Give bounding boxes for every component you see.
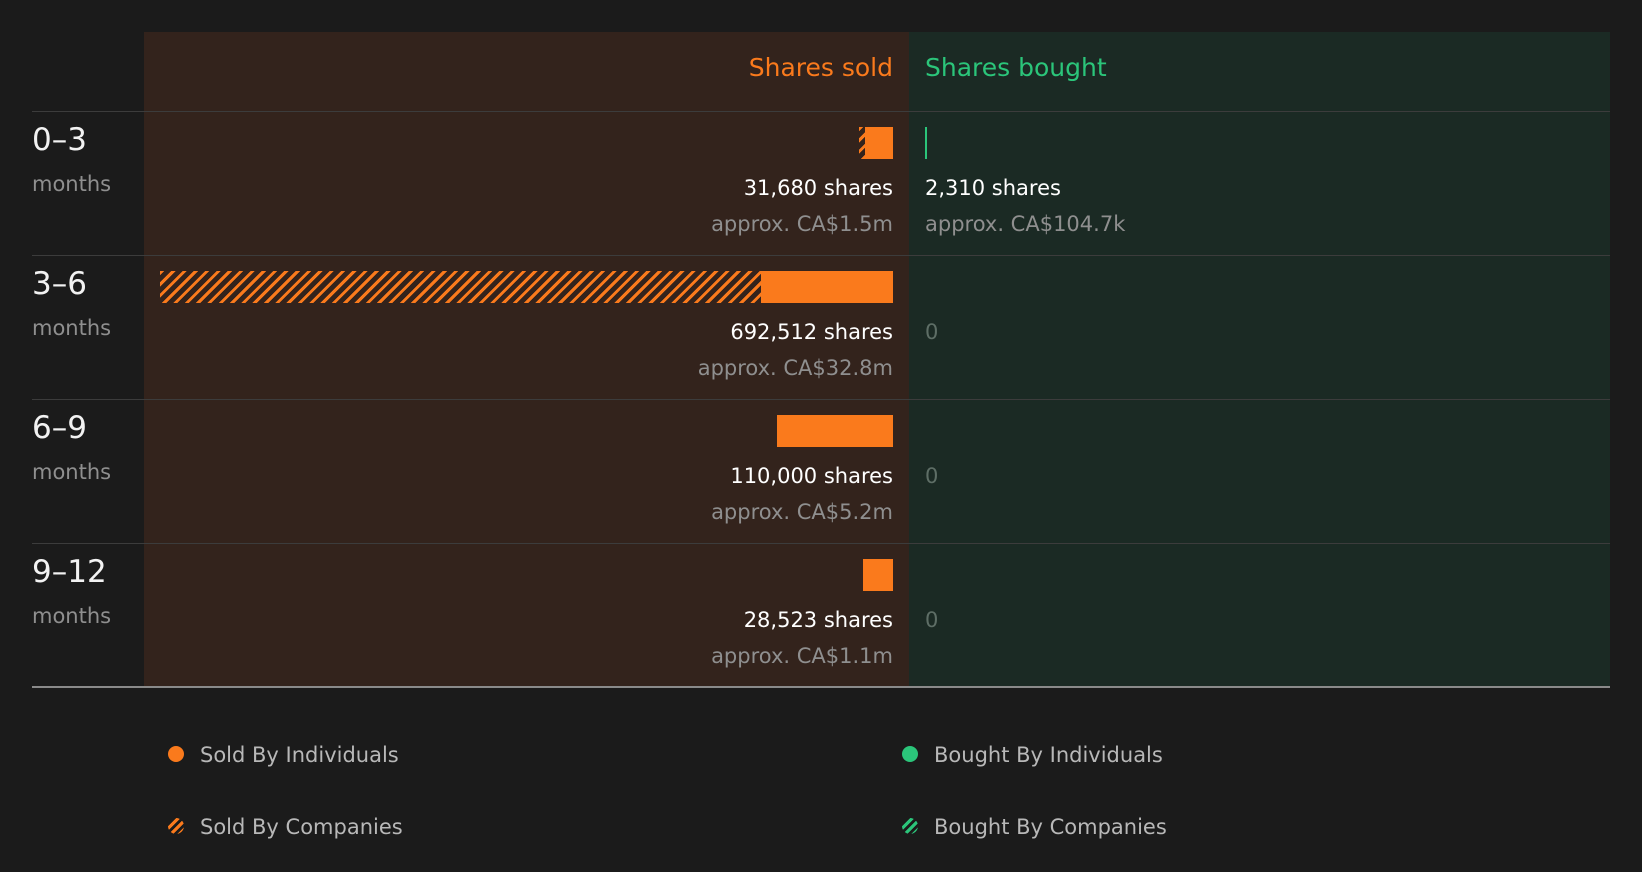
sold-bar bbox=[160, 559, 893, 591]
period-label: 0–3 bbox=[32, 122, 87, 158]
sold-value-label: approx. CA$32.8m bbox=[697, 356, 893, 380]
period-unit: months bbox=[32, 460, 112, 484]
legend-label: Sold By Individuals bbox=[200, 743, 399, 767]
sold-value-label: approx. CA$5.2m bbox=[711, 500, 893, 524]
shares-sold-header: Shares sold bbox=[748, 53, 893, 82]
sold-shares-label: 692,512 shares bbox=[730, 320, 893, 344]
period-row: 3–6 months 692,512 shares approx. CA$32.… bbox=[0, 256, 1642, 400]
sold-companies-swatch-icon bbox=[168, 818, 184, 834]
bought-shares-label: 2,310 shares bbox=[925, 176, 1061, 200]
sold-individuals-swatch-icon bbox=[168, 746, 184, 762]
sold-bar bbox=[160, 271, 893, 303]
bought-shares-label: 0 bbox=[925, 464, 939, 488]
sold-shares-label: 28,523 shares bbox=[743, 608, 893, 632]
period-row: 0–3 months 31,680 shares approx. CA$1.5m… bbox=[0, 112, 1642, 256]
shares-bought-header: Shares bought bbox=[925, 53, 1107, 82]
sold-bar bbox=[160, 127, 893, 159]
sold-shares-label: 110,000 shares bbox=[730, 464, 893, 488]
bought-shares-label: 0 bbox=[925, 608, 939, 632]
sold-bar bbox=[160, 415, 893, 447]
bought-shares-label: 0 bbox=[925, 320, 939, 344]
bought-bar bbox=[925, 271, 1594, 303]
bought-companies-swatch-icon bbox=[902, 818, 918, 834]
sold-companies-segment bbox=[160, 271, 761, 303]
period-unit: months bbox=[32, 172, 112, 196]
bought-bar bbox=[925, 127, 1594, 159]
sold-individuals-segment bbox=[863, 559, 893, 591]
bought-individuals-segment bbox=[925, 127, 927, 159]
period-row: 9–12 months 28,523 shares approx. CA$1.1… bbox=[0, 544, 1642, 688]
sold-individuals-segment bbox=[777, 415, 893, 447]
bought-individuals-swatch-icon bbox=[902, 746, 918, 762]
sold-companies-segment bbox=[859, 127, 865, 159]
legend-label: Bought By Individuals bbox=[934, 743, 1163, 767]
sold-individuals-segment bbox=[761, 271, 893, 303]
legend-label: Sold By Companies bbox=[200, 815, 403, 839]
period-unit: months bbox=[32, 604, 112, 628]
bought-value-label: approx. CA$104.7k bbox=[925, 212, 1126, 236]
sold-shares-label: 31,680 shares bbox=[743, 176, 893, 200]
sold-value-label: approx. CA$1.1m bbox=[711, 644, 893, 668]
sold-individuals-segment bbox=[865, 127, 893, 159]
period-label: 6–9 bbox=[32, 410, 87, 446]
bought-bar bbox=[925, 415, 1594, 447]
period-unit: months bbox=[32, 316, 112, 340]
period-label: 9–12 bbox=[32, 554, 107, 590]
legend-label: Bought By Companies bbox=[934, 815, 1167, 839]
period-label: 3–6 bbox=[32, 266, 87, 302]
sold-value-label: approx. CA$1.5m bbox=[711, 212, 893, 236]
period-row: 6–9 months 110,000 shares approx. CA$5.2… bbox=[0, 400, 1642, 544]
bought-bar bbox=[925, 559, 1594, 591]
